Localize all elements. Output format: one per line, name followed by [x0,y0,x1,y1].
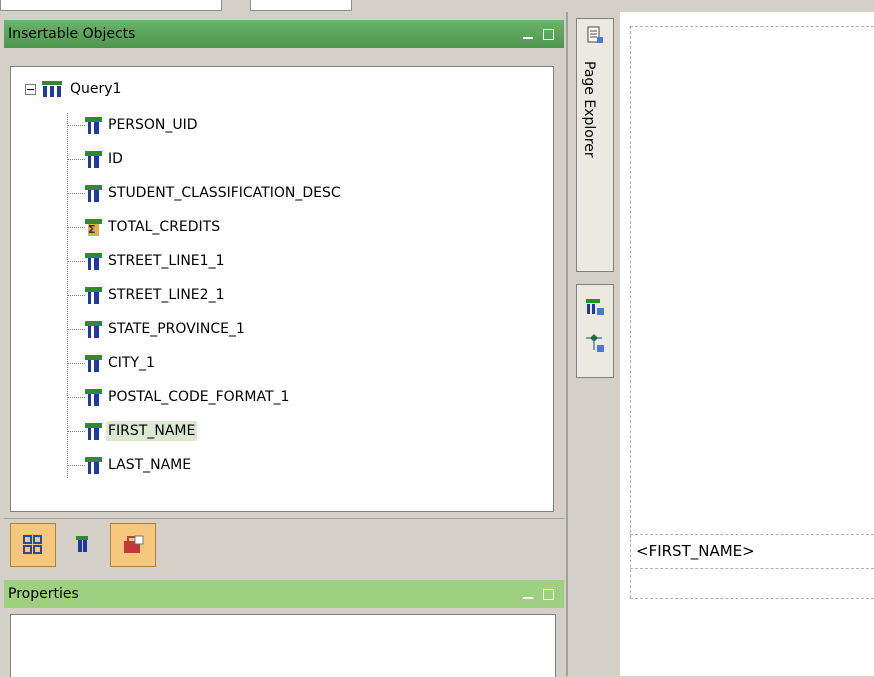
tree-connector [67,329,85,330]
page-explorer-icon [587,26,603,43]
tree-connector [67,397,85,398]
tree-item[interactable]: STREET_LINE2_1 [85,283,226,307]
report-canvas[interactable]: <FIRST_NAME> [620,12,874,676]
side-tab-bar: Page Explorer [576,18,614,378]
tree-item[interactable]: STATE_PROVINCE_1 [85,317,247,341]
insertable-objects-header: Insertable Objects [4,20,564,48]
data-item-icon [85,320,102,338]
tree-connector [67,193,85,194]
data-item-icon [85,150,102,168]
tree-item-label: FIRST_NAME [106,421,198,441]
toolbox-tab-icon[interactable] [110,523,156,567]
maximize-icon[interactable] [543,28,554,40]
data-item-icon [85,354,102,372]
calculated-item-icon: Σ [85,218,102,236]
tree-connector [67,465,85,466]
panel-splitter[interactable] [566,12,568,676]
properties-pane[interactable] [10,614,556,677]
insertable-objects-tabs [4,518,564,573]
tree-item-label: LAST_NAME [108,457,192,473]
tree-item-label: TOTAL_CREDITS [108,219,221,235]
tree-item[interactable]: STREET_LINE1_1 [85,249,226,273]
tree-item-label: ID [108,151,123,167]
tree-connector [67,295,85,296]
tree-item[interactable]: FIRST_NAME [85,419,198,443]
data-item-icon [85,388,102,406]
properties-header: Properties [4,580,564,608]
source-tab-icon[interactable] [10,523,56,567]
tree-item-label: STREET_LINE1_1 [108,253,225,269]
tree-node-query1[interactable]: Query1 [25,77,123,101]
tree-item-label: STUDENT_CLASSIFICATION_DESC [108,185,341,201]
tree-item[interactable]: LAST_NAME [85,453,193,477]
tree-connector [67,431,85,432]
container-border [630,598,874,599]
explorer-tabs [576,284,614,378]
container-border [630,568,874,569]
tree-item-label: STATE_PROVINCE_1 [108,321,245,337]
data-item-icon [85,286,102,304]
data-items-tab-icon[interactable] [62,523,106,565]
page-explorer-label: Page Explorer [581,61,597,158]
tree-item[interactable]: CITY_1 [85,351,157,375]
toolbar-field[interactable] [250,0,352,11]
tree-item[interactable]: PERSON_UID [85,113,200,137]
tree-item[interactable]: ID [85,147,125,171]
tree-connector [67,159,85,160]
tree-connector [67,261,85,262]
query-explorer-icon[interactable] [585,297,605,317]
maximize-icon[interactable] [543,588,554,600]
container-border [630,534,874,535]
query-icon [42,81,62,97]
container-border [630,26,874,27]
tree-connector [67,125,85,126]
tree-item[interactable]: POSTAL_CODE_FORMAT_1 [85,385,291,409]
condition-explorer-icon[interactable] [585,333,605,353]
tree-item[interactable]: STUDENT_CLASSIFICATION_DESC [85,181,343,205]
first-name-data-cell[interactable]: <FIRST_NAME> [636,542,755,560]
tree-node-label: Query1 [70,81,122,97]
panel-title: Insertable Objects [8,26,136,42]
tree-item-label: CITY_1 [108,355,155,371]
tree-connector [67,363,85,364]
container-border [630,534,631,598]
minimize-icon[interactable] [523,37,533,39]
minimize-icon[interactable] [523,597,533,599]
top-toolbar-strip [0,0,874,12]
container-border [630,26,631,538]
tree-item-label: PERSON_UID [108,117,198,133]
tree-item-label: POSTAL_CODE_FORMAT_1 [108,389,290,405]
toolbar-field[interactable] [0,0,222,11]
data-item-icon [85,422,102,440]
insertable-objects-tree[interactable]: Query1 PERSON_UID ID STUDENT_CLASSIFICATIO… [10,66,554,512]
collapse-icon[interactable] [25,83,36,95]
tree-connector [67,227,85,228]
data-item-icon [85,252,102,270]
panel-title: Properties [8,586,79,602]
tree-item[interactable]: Σ TOTAL_CREDITS [85,215,222,239]
page-explorer-tab[interactable]: Page Explorer [576,18,614,272]
data-item-icon [85,456,102,474]
data-item-icon [85,116,102,134]
data-item-icon [85,184,102,202]
tree-item-label: STREET_LINE2_1 [108,287,225,303]
